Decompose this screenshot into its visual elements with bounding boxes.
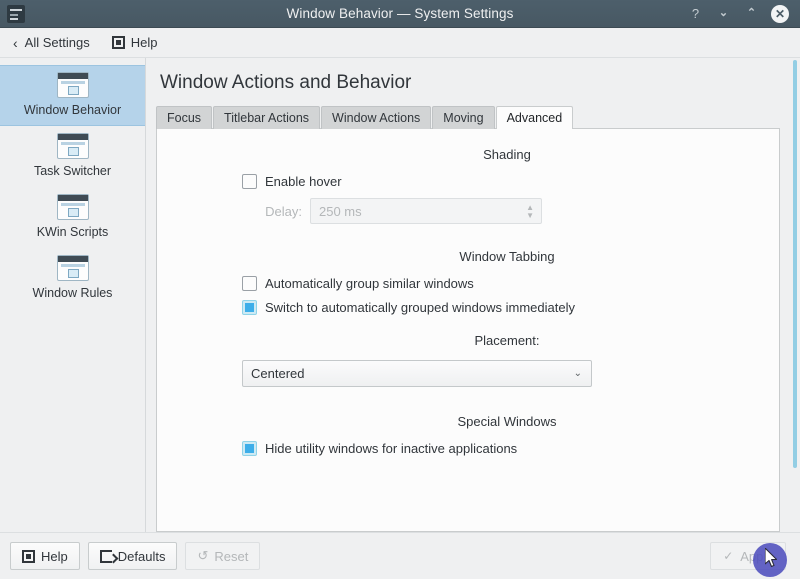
tab-bar: Focus Titlebar Actions Window Actions Mo… bbox=[146, 106, 800, 129]
enable-hover-row[interactable]: Enable hover bbox=[157, 174, 779, 189]
main-panel: Window Actions and Behavior Focus Titleb… bbox=[146, 58, 800, 532]
sidebar-item-label: Window Rules bbox=[32, 286, 113, 300]
titlebar: Window Behavior — System Settings ? ⌄ ⌃ … bbox=[0, 0, 800, 28]
help-button-bottom[interactable]: Help bbox=[10, 542, 80, 570]
window-title: Window Behavior — System Settings bbox=[286, 6, 514, 21]
bottom-button-bar: Help Defaults ↺ Reset ✓ Apply bbox=[0, 532, 800, 579]
sidebar: Window Behavior Task Switcher KWin Scrip… bbox=[0, 58, 146, 532]
reset-button: ↺ Reset bbox=[185, 542, 261, 570]
reset-icon: ↺ bbox=[197, 548, 209, 563]
switch-group-checkbox[interactable] bbox=[242, 300, 257, 315]
sidebar-item-label: Task Switcher bbox=[33, 164, 112, 178]
delay-row: Delay: 250 ms ▲ ▼ bbox=[157, 198, 779, 224]
auto-group-checkbox[interactable] bbox=[242, 276, 257, 291]
titlebar-buttons: ? ⌄ ⌃ ✕ bbox=[687, 4, 800, 23]
hide-utility-row[interactable]: Hide utility windows for inactive applic… bbox=[157, 441, 779, 456]
help-button[interactable]: Help bbox=[110, 33, 160, 52]
help-label: Help bbox=[41, 548, 68, 564]
tab-titlebar-actions[interactable]: Titlebar Actions bbox=[213, 106, 321, 129]
help-label: Help bbox=[130, 35, 158, 50]
apply-area: ✓ Apply bbox=[710, 542, 790, 570]
kwin-scripts-icon bbox=[56, 194, 89, 220]
switch-group-row[interactable]: Switch to automatically grouped windows … bbox=[157, 300, 779, 315]
placement-heading: Placement: bbox=[474, 333, 540, 348]
enable-hover-checkbox[interactable] bbox=[242, 174, 257, 189]
tab-panel-advanced: Shading Enable hover Delay: 250 ms ▲ ▼ W… bbox=[156, 128, 780, 532]
tab-moving[interactable]: Moving bbox=[432, 106, 495, 129]
tab-advanced[interactable]: Advanced bbox=[495, 106, 574, 129]
defaults-icon bbox=[99, 549, 112, 563]
hide-utility-label: Hide utility windows for inactive applic… bbox=[265, 441, 518, 456]
page-title: Window Actions and Behavior bbox=[160, 72, 412, 93]
help-icon[interactable]: ? bbox=[687, 5, 704, 22]
all-settings-label: All Settings bbox=[24, 35, 90, 50]
window-behavior-icon bbox=[56, 72, 89, 98]
sidebar-item-window-behavior[interactable]: Window Behavior bbox=[0, 65, 145, 126]
sidebar-item-label: Window Behavior bbox=[23, 103, 122, 117]
chevron-left-icon: ‹ bbox=[13, 34, 18, 51]
chevron-down-icon: ⌄ bbox=[573, 368, 582, 379]
placement-select[interactable]: Centered ⌄ bbox=[242, 360, 592, 387]
toolbar: ‹ All Settings Help bbox=[0, 28, 800, 58]
defaults-label: Defaults bbox=[117, 548, 166, 564]
special-windows-heading: Special Windows bbox=[457, 414, 557, 429]
check-icon: ✓ bbox=[723, 549, 734, 563]
window-rules-icon bbox=[56, 255, 89, 281]
apply-label: Apply bbox=[740, 548, 773, 564]
sidebar-item-task-switcher[interactable]: Task Switcher bbox=[2, 126, 143, 187]
help-icon bbox=[22, 549, 35, 563]
task-switcher-icon bbox=[56, 133, 89, 159]
auto-group-label: Automatically group similar windows bbox=[265, 276, 474, 291]
hide-utility-checkbox[interactable] bbox=[242, 441, 257, 456]
maximize-icon[interactable]: ⌃ bbox=[743, 5, 760, 22]
delay-value: 250 ms bbox=[319, 203, 362, 219]
close-icon[interactable]: ✕ bbox=[771, 4, 789, 23]
sidebar-item-kwin-scripts[interactable]: KWin Scripts bbox=[2, 187, 143, 248]
spinner-arrows-icon[interactable]: ▲ ▼ bbox=[526, 199, 534, 223]
switch-group-label: Switch to automatically grouped windows … bbox=[265, 300, 575, 315]
shading-heading: Shading bbox=[483, 147, 531, 162]
minimize-icon[interactable]: ⌄ bbox=[715, 5, 732, 22]
body: Window Behavior Task Switcher KWin Scrip… bbox=[0, 58, 800, 532]
placement-selected-value: Centered bbox=[251, 366, 305, 381]
tab-focus[interactable]: Focus bbox=[156, 106, 213, 129]
defaults-button[interactable]: Defaults bbox=[87, 542, 178, 570]
sidebar-item-window-rules[interactable]: Window Rules bbox=[2, 248, 143, 309]
delay-spinbox[interactable]: 250 ms ▲ ▼ bbox=[310, 198, 542, 224]
window-tabbing-heading: Window Tabbing bbox=[459, 249, 555, 264]
delay-label: Delay: bbox=[265, 203, 302, 219]
apply-button: ✓ Apply bbox=[710, 542, 786, 570]
all-settings-button[interactable]: ‹ All Settings bbox=[11, 33, 92, 52]
sidebar-item-label: KWin Scripts bbox=[36, 225, 109, 239]
help-icon bbox=[111, 36, 125, 49]
reset-label: Reset bbox=[214, 548, 249, 564]
auto-group-row[interactable]: Automatically group similar windows bbox=[157, 276, 779, 291]
tab-window-actions[interactable]: Window Actions bbox=[321, 106, 432, 129]
enable-hover-label: Enable hover bbox=[265, 174, 342, 189]
advanced-settings-form: Shading Enable hover Delay: 250 ms ▲ ▼ W… bbox=[157, 129, 779, 456]
system-settings-window: Window Behavior — System Settings ? ⌄ ⌃ … bbox=[0, 0, 800, 579]
